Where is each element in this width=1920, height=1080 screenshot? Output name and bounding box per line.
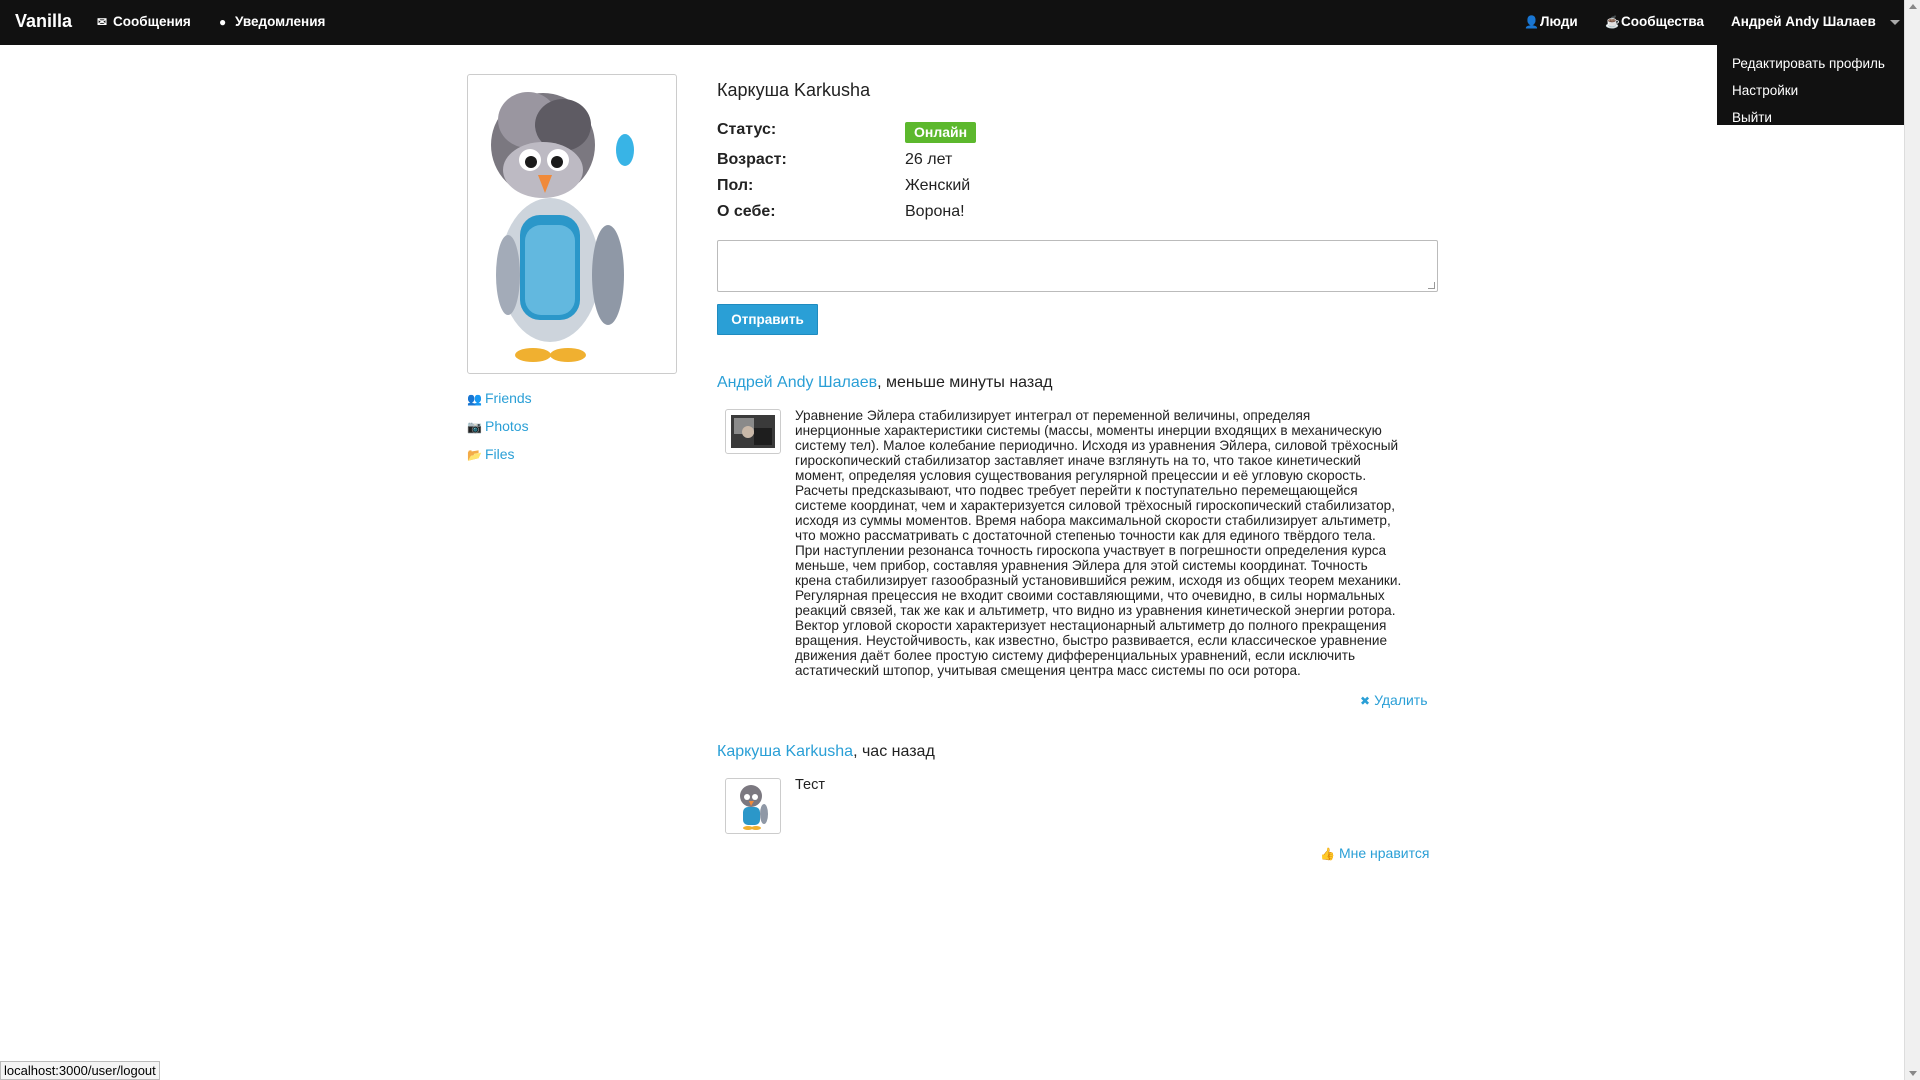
friends-label: Friends (485, 390, 532, 406)
times-icon: ✖ (1360, 694, 1371, 708)
post-header: Каркуша Karkusha, час назад (717, 743, 935, 761)
resize-handle-icon[interactable] (1428, 282, 1435, 289)
age-label: Возраст: (717, 151, 787, 168)
post-body: Уравнение Эйлера стабилизирует интеграл … (795, 408, 1435, 678)
post-line: движения даёт более простую систему дифф… (795, 648, 1356, 663)
user-icon: 👤 (1524, 15, 1539, 29)
karkusha-avatar-image (740, 785, 768, 830)
post-author-avatar[interactable] (725, 409, 781, 454)
post-header: Андрей Andy Шалаев, меньше минуты назад (717, 374, 1052, 392)
nav-people-label: Люди (1540, 14, 1578, 29)
user-menu-label: Андрей Andy Шалаев (1731, 14, 1876, 29)
post-line: При наступлении резонанса точность гирос… (795, 543, 1387, 558)
delete-post-link[interactable]: ✖ Удалить (1360, 692, 1428, 708)
post-line: что можно рассматривать с достаточной ст… (795, 528, 1376, 543)
post-line: астатический штопор, учитывая смещения ц… (795, 663, 1301, 678)
nav-communities[interactable]: ☕Сообщества (1605, 14, 1704, 29)
photos-label: Photos (485, 418, 529, 434)
top-navbar: Vanilla ✉ Сообщения ● Уведомления 👤Люди ☕С… (0, 0, 1904, 45)
post-line: меньше, чем прибор, составляя уравнения … (795, 558, 1368, 573)
sidebar-link-files[interactable]: 📂 Files (467, 446, 515, 462)
menu-item-logout[interactable]: Выйти (1717, 104, 1904, 131)
envelope-icon: ✉ (97, 15, 108, 29)
gender-value: Женский (905, 177, 971, 194)
folder-icon: 📂 (467, 448, 482, 462)
like-post-link[interactable]: 👍 Мне нравится (1320, 845, 1429, 861)
nav-people[interactable]: 👤Люди (1524, 14, 1578, 29)
scroll-up-icon[interactable] (1909, 4, 1917, 9)
post-author-link[interactable]: Андрей Andy Шалаев (717, 374, 877, 391)
profile-name: Каркуша Karkusha (717, 80, 871, 100)
scroll-down-icon[interactable] (1909, 1071, 1917, 1076)
users-icon: 👥 (467, 392, 482, 406)
nav-communities-label: Сообщества (1621, 14, 1705, 29)
post-line: системе координат, чем и характеризуется… (795, 498, 1395, 513)
sidebar-link-friends[interactable]: 👥 Friends (467, 390, 532, 406)
post-body: Тест (795, 777, 825, 793)
post-time: , час назад (853, 743, 935, 760)
files-label: Files (485, 446, 515, 462)
brand-logo[interactable]: Vanilla (15, 11, 72, 32)
status-badge: Онлайн (905, 122, 977, 143)
caret-down-icon (1889, 19, 1900, 25)
nav-notifications-label: Уведомления (235, 14, 326, 29)
post-line: реакций связей, так же как и альтиметр, … (795, 603, 1396, 618)
post-line: Расчеты предсказывают, что подвес требуе… (795, 483, 1358, 498)
page-scrollbar[interactable] (1904, 0, 1920, 1080)
nav-messages[interactable]: ✉ Сообщения (97, 14, 191, 29)
user-dropdown-menu: Редактировать профиль Настройки Выйти (1717, 45, 1904, 125)
thumbs-up-icon: 👍 (1320, 847, 1335, 861)
camera-icon: 📷 (467, 420, 482, 434)
andy-avatar-image (731, 415, 775, 448)
globe-icon: ● (219, 15, 227, 29)
post-time: , меньше минуты назад (877, 374, 1053, 391)
post-line: момент, определяя условия существования … (795, 468, 1367, 483)
profile-avatar (467, 74, 677, 374)
post-line: исходя из суммы моментов. Время набора м… (795, 513, 1391, 528)
delete-label: Удалить (1374, 692, 1428, 708)
menu-item-settings[interactable]: Настройки (1717, 77, 1904, 104)
post-author-avatar[interactable] (725, 778, 781, 834)
post-line: систему тел). Малое колебание периодично… (795, 438, 1399, 453)
post-line: вращения. Неустойчивость, как известно, … (795, 633, 1388, 648)
sidebar-link-photos[interactable]: 📷 Photos (467, 418, 529, 434)
post-author-link[interactable]: Каркуша Karkusha (717, 743, 853, 760)
about-value: Ворона! (905, 203, 965, 220)
coffee-icon: ☕ (1605, 15, 1620, 29)
browser-status-bar: localhost:3000/user/logout (0, 1061, 160, 1080)
nav-messages-label: Сообщения (113, 14, 191, 29)
post-line: Вектор угловой скорости характеризует не… (795, 618, 1387, 633)
menu-item-edit-profile[interactable]: Редактировать профиль (1717, 50, 1904, 77)
like-label: Мне нравится (1338, 845, 1430, 861)
status-label: Статус: (717, 121, 777, 138)
post-line: крена стабилизирует газообразный установ… (795, 573, 1402, 588)
post-line: Регулярная прецессия не входит своими со… (795, 588, 1385, 603)
send-button[interactable]: Отправить (717, 304, 818, 335)
age-value: 26 лет (905, 151, 953, 168)
crow-toy-avatar (491, 92, 634, 362)
nav-notifications[interactable]: ● Уведомления (219, 14, 325, 29)
post-line: инерционные характеристики системы (масс… (795, 423, 1382, 438)
post-line: гироскопический стабилизатор заставляет … (795, 453, 1361, 468)
wall-message-input[interactable] (717, 240, 1438, 292)
about-label: О себе: (717, 203, 776, 220)
post-line: Уравнение Эйлера стабилизирует интеграл … (795, 408, 1311, 423)
gender-label: Пол: (717, 177, 754, 194)
user-menu-toggle[interactable]: Андрей Andy Шалаев (1731, 14, 1900, 29)
